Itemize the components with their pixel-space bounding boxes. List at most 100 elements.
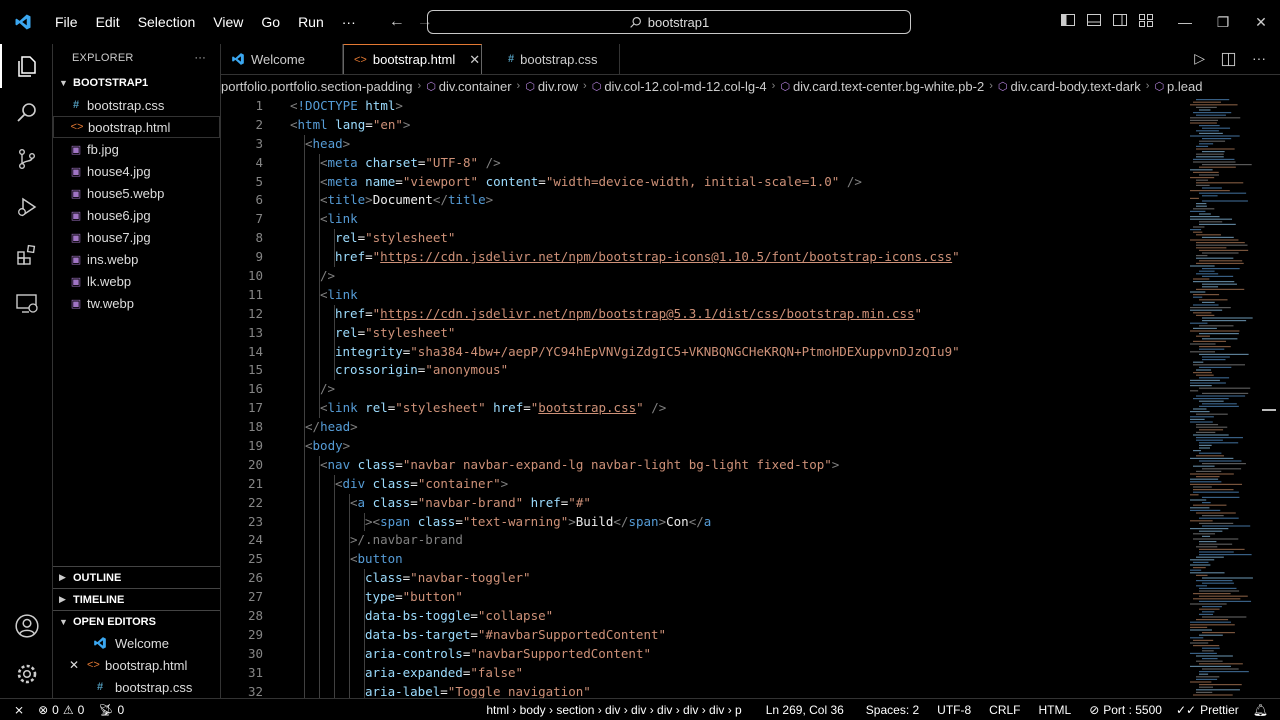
- notifications-bell-icon[interactable]: 🔔︎: [1246, 703, 1280, 717]
- search-sidebar-icon[interactable]: [0, 90, 53, 134]
- minimize-icon[interactable]: —: [1166, 0, 1204, 44]
- tab-welcome[interactable]: Welcome: [221, 44, 343, 74]
- accounts-icon[interactable]: [0, 604, 53, 648]
- command-center-search[interactable]: bootstrap1: [427, 10, 911, 34]
- code-editor[interactable]: 1 <!DOCTYPE html> 2 <html lang="en"> 3 <head>…: [221, 97, 1186, 698]
- code-line[interactable]: 10 />: [221, 267, 1186, 286]
- tab-bootstrap-html[interactable]: <> bootstrap.html ✕: [343, 44, 482, 74]
- code-line[interactable]: 23 ><span class="text-warning">Build</spa…: [221, 512, 1186, 532]
- file-item[interactable]: # bootstrap.css: [53, 94, 220, 116]
- code-line[interactable]: 7 <link: [221, 210, 1186, 230]
- live-server-port[interactable]: ⊘ Port : 5500: [1082, 703, 1169, 717]
- code-line[interactable]: 17 <link rel="stylesheet" href="bootstrap…: [221, 399, 1186, 419]
- code-line[interactable]: 2 <html lang="en">: [221, 116, 1186, 135]
- menu-file[interactable]: File: [46, 14, 87, 30]
- breadcrumb-item[interactable]: ⬡ div.col-12.col-md-12.col-lg-4: [592, 79, 767, 94]
- outline-section[interactable]: ▶ OUTLINE: [53, 566, 220, 588]
- cursor-position[interactable]: Ln 269, Col 36: [759, 703, 851, 717]
- code-line[interactable]: 21 <div class="container">: [221, 474, 1186, 494]
- scrollbar-position-marker[interactable]: [1262, 409, 1276, 411]
- code-line[interactable]: 12 href="https://cdn.jsdelivr.net/npm/boo…: [221, 304, 1186, 324]
- code-line[interactable]: 19 <body>: [221, 437, 1186, 456]
- language-mode[interactable]: HTML: [1032, 703, 1079, 717]
- file-item[interactable]: ▣ house7.jpg: [53, 226, 220, 248]
- code-line[interactable]: 8 rel="stylesheet": [221, 229, 1186, 249]
- element-path[interactable]: html › body › section › div › div › div …: [479, 703, 748, 717]
- code-line[interactable]: 11 <link: [221, 285, 1186, 305]
- code-line[interactable]: 16 />: [221, 380, 1186, 400]
- menu-selection[interactable]: Selection: [129, 14, 205, 30]
- close-icon[interactable]: ✕: [469, 52, 480, 68]
- file-item[interactable]: <> bootstrap.html: [53, 116, 220, 138]
- file-item[interactable]: ▣ fb.jpg: [53, 138, 220, 160]
- code-line[interactable]: 27 type="button": [221, 588, 1186, 608]
- file-item[interactable]: ▣ tw.webp: [53, 292, 220, 314]
- toggle-panel-icon[interactable]: [1086, 12, 1102, 28]
- code-line[interactable]: 9 href="https://cdn.jsdelivr.net/npm/boot…: [221, 248, 1186, 268]
- customize-layout-icon[interactable]: [1138, 12, 1154, 28]
- restore-icon[interactable]: ❐: [1204, 0, 1242, 44]
- code-line[interactable]: 32 aria-label="Toggle navigation": [221, 682, 1186, 698]
- menu-edit[interactable]: Edit: [87, 14, 129, 30]
- indentation[interactable]: Spaces: 2: [859, 703, 926, 717]
- open-editor-bootstrap-css[interactable]: # bootstrap.css: [53, 676, 220, 698]
- ports-indicator[interactable]: 📡︎ 0: [91, 703, 131, 717]
- code-line[interactable]: 26 class="navbar-toggler": [221, 569, 1186, 589]
- code-line[interactable]: 28 data-bs-toggle="collapse": [221, 607, 1186, 626]
- split-editor-icon[interactable]: [1221, 52, 1236, 67]
- problems-indicator[interactable]: ⊗ 0 ⚠ 0: [31, 703, 91, 717]
- code-line[interactable]: 25 <button: [221, 550, 1186, 570]
- timeline-section[interactable]: ▶ TIMELINE: [53, 588, 220, 610]
- explorer-icon[interactable]: [0, 44, 53, 88]
- breadcrumb-item[interactable]: ⬡ div.row: [525, 79, 578, 94]
- end-of-line[interactable]: CRLF: [982, 703, 1027, 717]
- file-item[interactable]: ▣ house4.jpg: [53, 160, 220, 182]
- breadcrumb-item[interactable]: ⬡ div.card-body.text-dark: [998, 79, 1141, 94]
- code-line[interactable]: 24 >/.navbar-brand: [221, 531, 1186, 551]
- code-line[interactable]: 5 <meta name="viewport" content="width=de…: [221, 172, 1186, 192]
- source-control-icon[interactable]: [0, 137, 53, 181]
- code-line[interactable]: 14 integrity="sha384-4bw+/aepP/YC94hEpVNV…: [221, 342, 1186, 362]
- remote-indicator-icon[interactable]: ⨯: [0, 703, 31, 717]
- more-actions-icon[interactable]: ···: [1252, 50, 1266, 67]
- open-editors-section[interactable]: ▼ OPEN EDITORS: [53, 610, 220, 632]
- menu-run[interactable]: Run: [289, 14, 333, 30]
- encoding[interactable]: UTF-8: [930, 703, 978, 717]
- file-item[interactable]: ▣ lk.webp: [53, 270, 220, 292]
- code-line[interactable]: 15 crossorigin="anonymous": [221, 361, 1186, 381]
- code-line[interactable]: 22 <a class="navbar-brand" href="#": [221, 493, 1186, 513]
- run-debug-icon[interactable]: [0, 185, 53, 229]
- code-line[interactable]: 1 <!DOCTYPE html>: [221, 97, 1186, 116]
- code-line[interactable]: 20 <nav class="navbar navbar-expand-lg na…: [221, 455, 1186, 475]
- code-line[interactable]: 29 data-bs-target="#navbarSupportedConten…: [221, 625, 1186, 645]
- tab-bootstrap-css[interactable]: # bootstrap.css: [482, 44, 620, 74]
- file-item[interactable]: ▣ ins.webp: [53, 248, 220, 270]
- menu-view[interactable]: View: [204, 14, 252, 30]
- code-line[interactable]: 4 <meta charset="UTF-8" />: [221, 153, 1186, 173]
- code-line[interactable]: 31 aria-expanded="false": [221, 663, 1186, 683]
- close-window-icon[interactable]: ✕: [1242, 0, 1280, 44]
- back-arrow-icon[interactable]: ←: [389, 13, 405, 31]
- extensions-icon[interactable]: [0, 233, 53, 277]
- code-line[interactable]: 13 rel="stylesheet": [221, 323, 1186, 343]
- folder-bootstrap1[interactable]: ▼ BOOTSTRAP1: [53, 72, 220, 94]
- toggle-primary-sidebar-icon[interactable]: [1060, 12, 1076, 28]
- breadcrumb-item[interactable]: ⬡ div.card.text-center.bg-white.pb-2: [780, 79, 984, 94]
- code-line[interactable]: 18 </head>: [221, 418, 1186, 438]
- close-icon[interactable]: ✕: [53, 658, 79, 672]
- open-editor-welcome[interactable]: Welcome: [53, 632, 220, 654]
- file-item[interactable]: ▣ house6.jpg: [53, 204, 220, 226]
- toggle-secondary-sidebar-icon[interactable]: [1112, 12, 1128, 28]
- breadcrumb-item[interactable]: ⬡ div.container: [426, 79, 511, 94]
- run-icon[interactable]: ▷: [1194, 50, 1205, 67]
- code-line[interactable]: 30 aria-controls="navbarSupportedContent": [221, 644, 1186, 664]
- code-line[interactable]: 6 <title>Document</title>: [221, 191, 1186, 211]
- menu-more[interactable]: ···: [333, 14, 365, 30]
- settings-gear-icon[interactable]: [0, 652, 53, 696]
- breadcrumb-item[interactable]: ⬡ p.lead: [1154, 79, 1202, 94]
- remote-explorer-icon[interactable]: [0, 281, 53, 325]
- open-editor-bootstrap-html[interactable]: ✕ <> bootstrap.html: [53, 654, 220, 676]
- minimap[interactable]: [1186, 97, 1280, 698]
- explorer-more-button[interactable]: ···: [194, 52, 206, 64]
- file-item[interactable]: ▣ house5.webp: [53, 182, 220, 204]
